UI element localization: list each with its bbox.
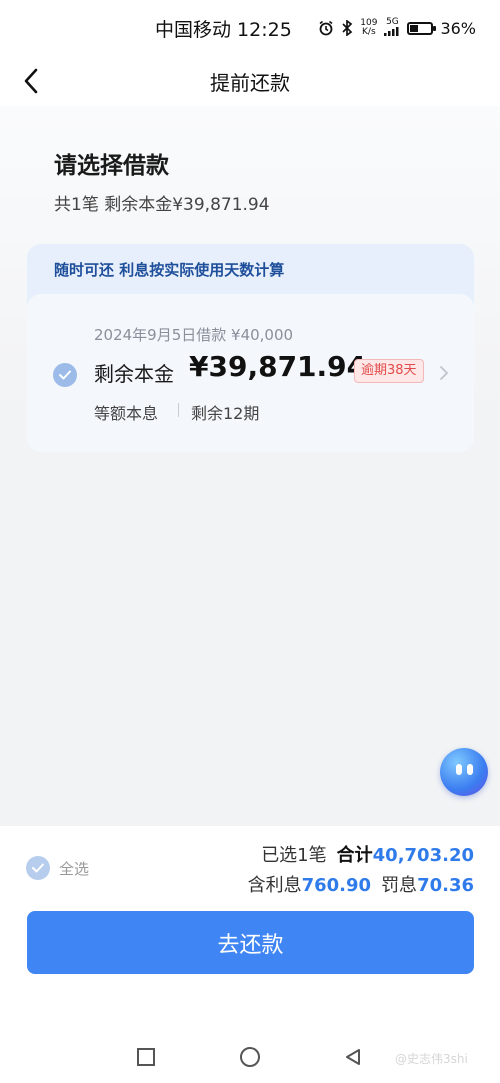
repay-button[interactable]: 去还款 [27, 911, 474, 974]
check-icon [59, 370, 71, 380]
panel-hint: 随时可还 利息按实际使用天数计算 [54, 261, 285, 279]
net-speed-unit: K/s [362, 27, 376, 37]
select-all-label[interactable]: 全选 [59, 858, 89, 879]
remain-principal-label: 剩余本金 [94, 362, 174, 386]
loan-card[interactable]: 2024年9月5日借款 ¥40,000 剩余本金 ¥39,871.94 逾期38… [27, 294, 474, 452]
signal-5g: 5G [384, 16, 400, 39]
recent-apps-icon[interactable] [137, 1048, 155, 1066]
summary-interest: 含利息760.90 罚息70.36 [248, 871, 474, 897]
remain-periods: 剩余12期 [191, 404, 260, 423]
interest-value: 760.90 [301, 875, 372, 896]
bot-eye-right [467, 764, 473, 775]
section-subtitle: 共1笔 剩余本金¥39,871.94 [54, 195, 270, 215]
summary-total: 已选1笔 合计40,703.20 [261, 841, 474, 867]
total-value: 40,703.20 [372, 845, 474, 866]
assistant-bot-icon[interactable] [440, 748, 488, 796]
carrier-time: 中国移动 12:25 [155, 18, 292, 41]
bottom-bar: 全选 已选1笔 合计40,703.20 含利息760.90 罚息70.36 去还款 [0, 826, 500, 1032]
repay-type: 等额本息 [94, 404, 159, 423]
loan-date-amount: 2024年9月5日借款 ¥40,000 [94, 326, 294, 344]
bot-eye-left [456, 764, 462, 775]
loan-checkbox[interactable] [53, 363, 77, 387]
selected-count: 已选1笔 [261, 845, 327, 866]
total-label: 合计 [336, 845, 373, 866]
alarm-icon [319, 20, 333, 36]
divider [178, 403, 179, 417]
overdue-badge: 逾期38天 [354, 359, 424, 383]
check-icon [32, 863, 44, 873]
signal-label: 5G [386, 16, 399, 27]
status-icons: 109 K/s 5G 36% [318, 16, 476, 39]
chevron-left-icon [24, 68, 38, 94]
status-bar: 中国移动 12:25 109 K/s 5G 36% [0, 0, 500, 56]
battery-fill [410, 24, 418, 32]
watermark: @史志伟3shi [395, 1052, 468, 1066]
section-title: 请选择借款 [54, 153, 169, 179]
bluetooth-icon [342, 20, 353, 36]
net-speed: 109 K/s [360, 19, 377, 37]
penalty-value: 70.36 [417, 875, 474, 896]
battery-percent: 36% [440, 18, 476, 38]
back-triangle-icon[interactable] [343, 1047, 363, 1067]
penalty-label: 罚息 [381, 875, 418, 896]
remain-principal-value: ¥39,871.94 [189, 350, 367, 383]
chevron-right-icon [440, 366, 449, 380]
home-icon[interactable] [240, 1047, 260, 1067]
back-button[interactable] [14, 64, 48, 98]
header: 提前还款 [0, 56, 500, 106]
select-all-checkbox[interactable] [26, 856, 50, 880]
page-title: 提前还款 [210, 70, 290, 95]
interest-label: 含利息 [247, 875, 302, 896]
loan-panel: 随时可还 利息按实际使用天数计算 2024年9月5日借款 ¥40,000 剩余本… [27, 244, 474, 452]
signal-icon [384, 26, 399, 36]
system-nav-bar: @史志伟3shi [0, 1032, 500, 1083]
main-content: 请选择借款 共1笔 剩余本金¥39,871.94 随时可还 利息按实际使用天数计… [0, 106, 500, 826]
battery-icon [407, 21, 437, 35]
